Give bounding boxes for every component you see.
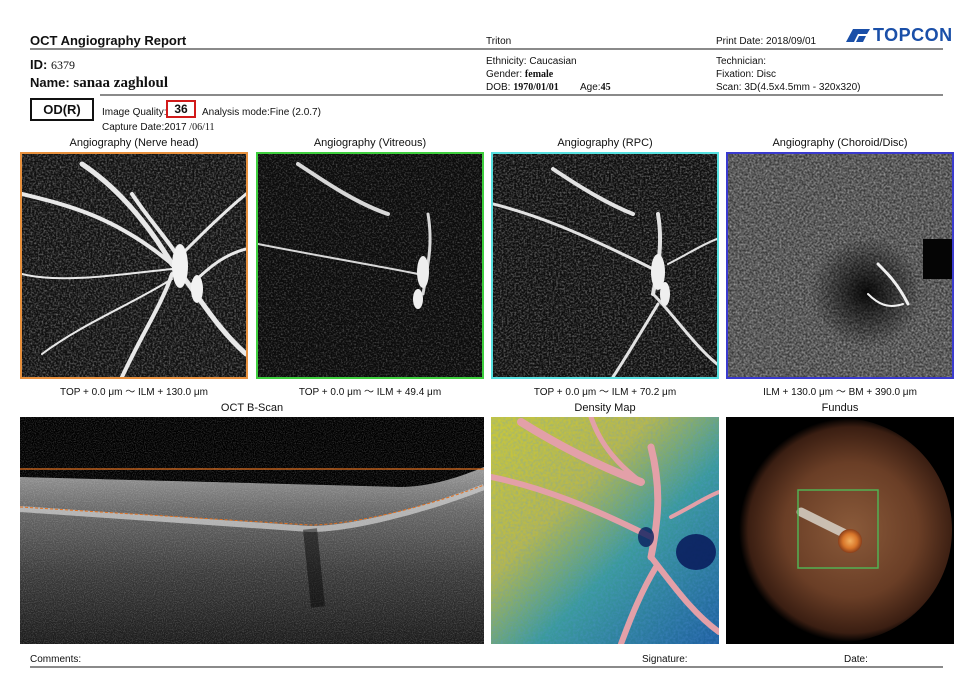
patient-id: ID: 6379 <box>30 57 75 73</box>
fixation: Fixation: Disc <box>716 69 777 80</box>
print-date: Print Date: 2018/09/01 <box>716 36 817 47</box>
name-label: Name: <box>30 75 70 90</box>
age: Age:45 <box>580 82 611 93</box>
fundus-image[interactable] <box>726 417 954 644</box>
choroid-title: Angiography (Choroid/Disc) <box>772 137 908 149</box>
id-label: ID: <box>30 57 48 72</box>
bscan-image[interactable] <box>20 417 484 644</box>
fundus-title: Fundus <box>821 402 859 414</box>
patient-rule <box>100 94 943 96</box>
name-value: sanaa zaghloul <box>73 75 168 91</box>
dob: DOB: 1970/01/01 <box>486 82 559 93</box>
choroid-image[interactable] <box>726 152 954 379</box>
density-title: Density Map <box>574 402 636 414</box>
header-rule <box>30 48 943 50</box>
capture-year: 2017 <box>164 122 187 133</box>
technician: Technician: <box>716 56 767 67</box>
eye-badge: OD(R) <box>30 98 94 121</box>
patient-name: Name: sanaa zaghloul <box>30 75 168 92</box>
id-value: 6379 <box>50 58 75 72</box>
vitreous-image[interactable] <box>256 152 484 379</box>
signature-label: Signature: <box>642 654 688 665</box>
nerve-head-title: Angiography (Nerve head) <box>69 137 199 149</box>
capture-label: Capture Date: <box>102 122 165 133</box>
capture-rest: /06/11 <box>189 122 215 133</box>
topcon-logo: TOPCON <box>844 24 953 46</box>
report-title: OCT Angiography Report <box>30 33 187 48</box>
nerve-head-caption: TOP + 0.0 μm ～ ILM + 130.0 μm <box>60 387 208 398</box>
image-quality-value: 36 <box>166 100 196 118</box>
analysis-mode: Analysis mode:Fine (2.0.7) <box>202 107 321 118</box>
rpc-title: Angiography (RPC) <box>557 137 653 149</box>
age-label: Age: <box>580 82 601 93</box>
brand-name: TOPCON <box>873 24 953 45</box>
density-map-image[interactable] <box>491 417 719 644</box>
comments-label: Comments: <box>30 654 82 665</box>
device-name: Triton <box>486 36 512 47</box>
scan-protocol: Scan: 3D(4.5x4.5mm - 320x320) <box>716 82 861 93</box>
gender-value: female <box>524 69 554 80</box>
footer-rule <box>30 666 943 668</box>
choroid-caption: ILM + 130.0 μm ～ BM + 390.0 μm <box>763 387 917 398</box>
dob-value: 1970/01/01 <box>513 82 559 93</box>
bscan-title: OCT B-Scan <box>220 402 284 414</box>
rpc-image[interactable] <box>491 152 719 379</box>
age-value: 45 <box>600 82 611 93</box>
gender: Gender: female <box>486 69 553 80</box>
vitreous-title: Angiography (Vitreous) <box>313 137 427 149</box>
date-label: Date: <box>844 654 868 665</box>
capture-date: Capture Date:2017 /06/11 <box>102 122 214 133</box>
gender-label: Gender: <box>486 69 523 80</box>
vitreous-caption: TOP + 0.0 μm ～ ILM + 49.4 μm <box>298 387 442 398</box>
nerve-head-image[interactable] <box>20 152 248 379</box>
dob-label: DOB: <box>486 82 511 93</box>
rpc-caption: TOP + 0.0 μm ～ ILM + 70.2 μm <box>533 387 677 398</box>
image-quality-label: Image Quality: <box>102 107 167 118</box>
ethnicity: Ethnicity: Caucasian <box>486 56 577 67</box>
topcon-logo-icon <box>846 29 870 42</box>
